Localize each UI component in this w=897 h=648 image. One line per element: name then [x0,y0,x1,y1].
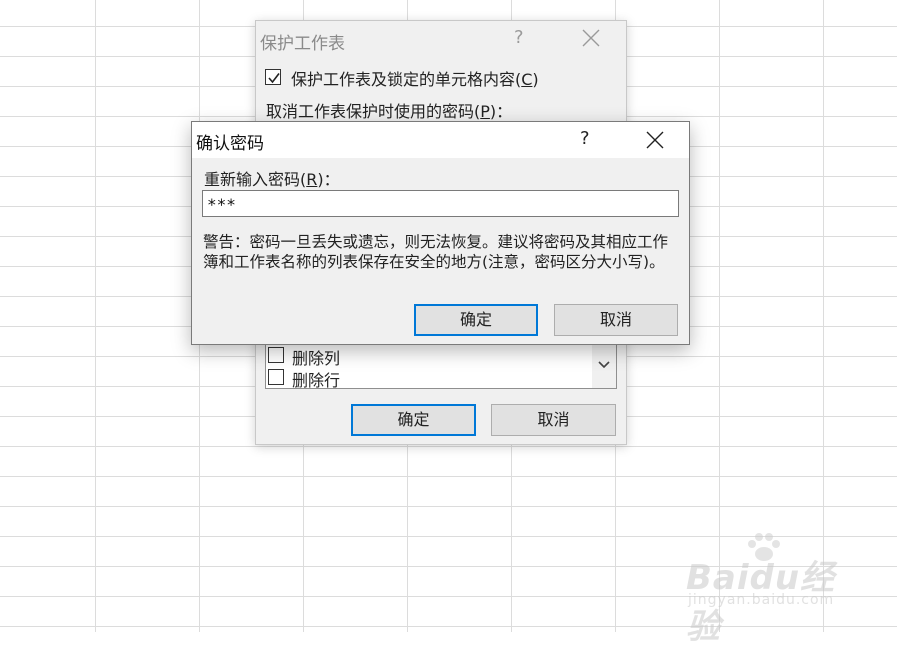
baidu-watermark: Baidu经验 jingyan.baidu.com [686,532,856,647]
ok-button[interactable]: 确定 [414,304,538,336]
password-input[interactable]: *** [202,190,679,217]
chevron-down-icon [598,361,610,369]
cancel-button[interactable]: 取消 [554,304,678,336]
permission-checkbox[interactable] [268,347,284,363]
warning-text: 警告：密码一旦丢失或遗忘，则无法恢复。建议将密码及其相应工作簿和工作表名称的列表… [203,233,669,271]
title-bar: 确认密码 ? [192,122,689,158]
close-icon[interactable] [646,131,664,149]
permission-label: 删除行 [292,371,341,390]
cancel-button[interactable]: 取消 [491,404,616,436]
help-button[interactable]: ? [514,27,524,48]
scrollbar[interactable] [592,342,616,388]
protect-contents-checkbox[interactable] [265,69,281,85]
permission-label: 删除列 [292,349,341,368]
protect-contents-label: 保护工作表及锁定的单元格内容(C) [291,70,539,89]
help-button[interactable]: ? [580,128,590,149]
reenter-password-label: 重新输入密码(R)： [204,170,340,189]
dialog-title: 确认密码 [196,134,264,154]
dialog-title: 保护工作表 [260,34,345,54]
confirm-password-dialog: 确认密码 ? 重新输入密码(R)： *** 警告：密码一旦丢失或遗忘，则无法恢复… [191,121,690,345]
password-label: 取消工作表保护时使用的密码(P)： [266,102,513,121]
permissions-list[interactable]: 删除列 删除行 [265,341,617,390]
ok-button[interactable]: 确定 [351,404,476,436]
permission-checkbox[interactable] [268,369,284,385]
close-icon[interactable] [582,29,600,47]
watermark-url: jingyan.baidu.com [688,592,835,608]
